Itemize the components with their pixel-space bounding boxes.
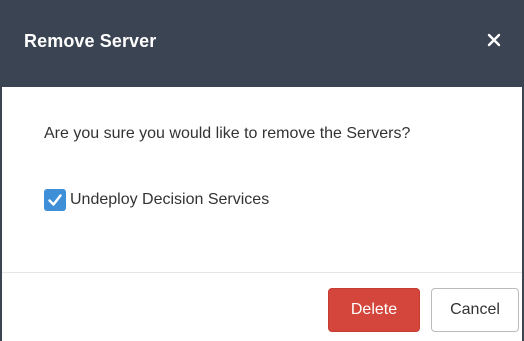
undeploy-checkbox-label[interactable]: Undeploy Decision Services: [70, 191, 269, 209]
dialog-header: Remove Server: [2, 0, 522, 87]
footer-divider: [2, 272, 522, 273]
cancel-button[interactable]: Cancel: [431, 288, 519, 332]
delete-button[interactable]: Delete: [328, 288, 420, 332]
dialog-title: Remove Server: [24, 31, 157, 51]
undeploy-checkbox[interactable]: [44, 189, 66, 211]
remove-server-dialog: Remove Server Are you sure you would lik…: [0, 0, 524, 341]
checkmark-icon: [48, 194, 62, 206]
undeploy-option[interactable]: Undeploy Decision Services: [44, 188, 269, 212]
confirm-message: Are you sure you would like to remove th…: [44, 125, 411, 142]
close-icon[interactable]: [482, 28, 506, 52]
